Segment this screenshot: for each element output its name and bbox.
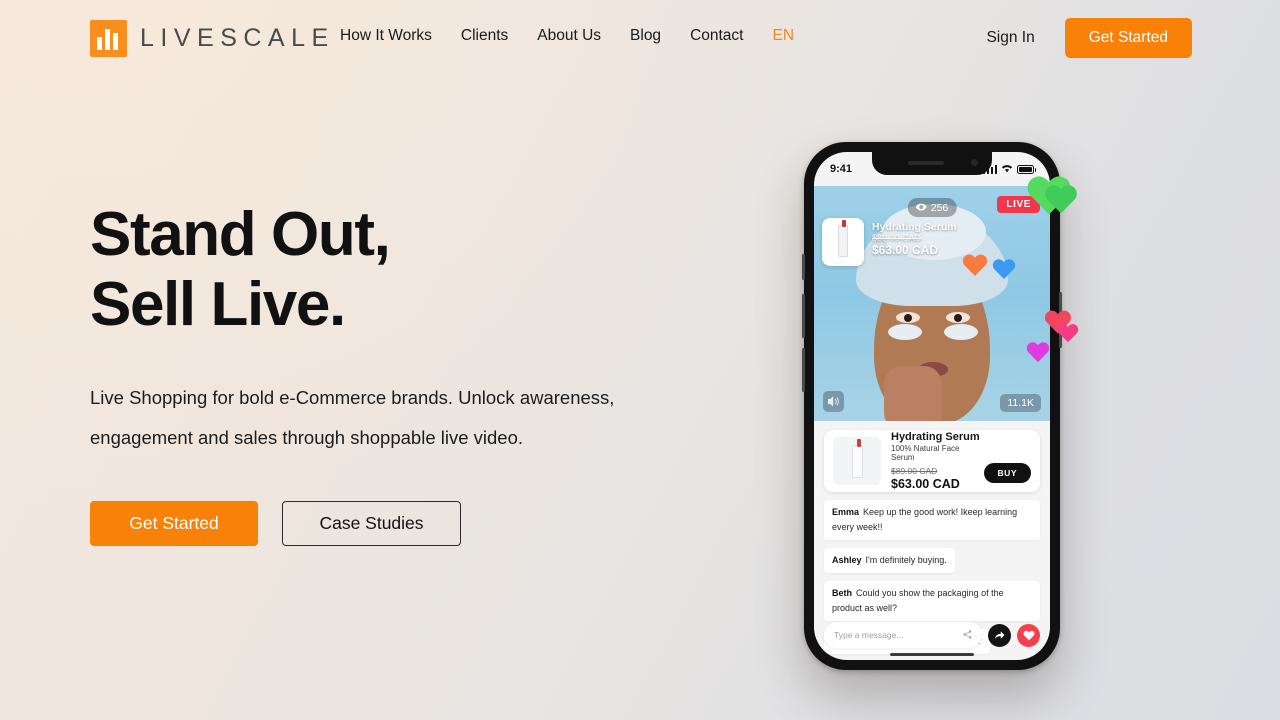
header-get-started-button[interactable]: Get Started (1064, 18, 1192, 58)
eye-icon (915, 202, 927, 214)
speaker-mute-icon[interactable] (823, 391, 844, 412)
phone-frame: 9:41 256 LIVE Hydrating Serum $89.00 CAD… (802, 142, 1062, 670)
logo-text: LIVESCALE (140, 24, 335, 52)
like-count: 11.1K (1000, 394, 1041, 412)
chat-user: Ashley (832, 555, 862, 565)
chat-composer: Type a message... (824, 622, 1040, 648)
get-started-button[interactable]: Get Started (90, 501, 258, 546)
nav-item-blog[interactable]: Blog (630, 27, 661, 45)
hero-section: Stand Out, Sell Live. Live Shopping for … (90, 200, 690, 546)
nav-item-clients[interactable]: Clients (461, 27, 508, 45)
chat-text: Could you show the packaging of the prod… (832, 588, 1004, 613)
message-input[interactable]: Type a message... (824, 622, 982, 648)
nav-item-contact[interactable]: Contact (690, 27, 743, 45)
product-name: Hydrating Serum (891, 431, 980, 443)
chat-message: Beth Could you show the packaging of the … (824, 581, 1040, 621)
chat-text: Keep up the good work! Ikeep learning ev… (832, 507, 1018, 532)
pinned-product-name: Hydrating Serum (872, 221, 957, 233)
phone-screen: 9:41 256 LIVE Hydrating Serum $89.00 CAD… (814, 152, 1050, 660)
hero-subtitle: Live Shopping for bold e-Commerce brands… (90, 387, 615, 448)
sign-in-link[interactable]: Sign In (986, 29, 1034, 47)
viewer-count: 256 (907, 198, 957, 217)
chat-text: I'm definitely buying. (865, 555, 947, 565)
header-actions: Sign In Get Started (986, 18, 1192, 58)
chat-list: Emma Keep up the good work! Ikeep learnin… (824, 500, 1040, 654)
product-price: $63.00 CAD (891, 477, 960, 491)
product-card[interactable]: Hydrating Serum 100% Natural Face Serum … (824, 430, 1040, 492)
heart-icon[interactable] (1017, 623, 1040, 647)
front-camera-icon (971, 159, 978, 166)
page-title: Stand Out, Sell Live. (90, 200, 690, 340)
nav-item-about-us[interactable]: About Us (537, 27, 601, 45)
pinned-product-overlay[interactable]: Hydrating Serum $89.00 CAD $63.00 CAD (822, 218, 957, 266)
logo[interactable]: LIVESCALE (90, 20, 335, 57)
headline-line-1: Stand Out, (90, 200, 391, 269)
product-description: 100% Natural Face Serum (891, 444, 960, 462)
home-indicator (890, 652, 974, 656)
case-studies-button[interactable]: Case Studies (282, 501, 461, 546)
language-switcher[interactable]: EN (772, 27, 794, 45)
chat-user: Beth (832, 588, 852, 598)
product-image (833, 437, 881, 485)
headline-line-2: Sell Live. (90, 270, 346, 339)
floating-heart-icon (1057, 322, 1079, 344)
live-video-player[interactable]: 256 LIVE Hydrating Serum $89.00 CAD $63.… (814, 186, 1050, 421)
hero-cta-row: Get Started Case Studies (90, 501, 690, 546)
share-arrow-icon[interactable] (988, 623, 1011, 647)
chat-user: Emma (832, 507, 860, 517)
floating-heart-icon (1044, 182, 1078, 216)
buy-button[interactable]: BUY (983, 463, 1031, 483)
bar-chart-logo-icon (90, 20, 127, 57)
message-input-placeholder: Type a message... (834, 630, 904, 640)
floating-heart-icon (1026, 340, 1050, 364)
viewer-count-value: 256 (930, 201, 949, 214)
nav-item-how-it-works[interactable]: How It Works (340, 27, 432, 45)
pinned-product-thumbnail (822, 218, 864, 266)
phone-volume-down-button (802, 348, 805, 392)
product-old-price: $89.00 CAD (891, 466, 938, 476)
phone-notch (872, 152, 992, 175)
pinned-product-price: $63.00 CAD (872, 243, 939, 257)
status-time: 9:41 (830, 163, 853, 175)
phone-volume-up-button (802, 294, 805, 338)
floating-heart-icon (962, 252, 988, 278)
chat-message: Ashley I'm definitely buying. (824, 548, 955, 573)
chat-message: Emma Keep up the good work! Ikeep learnin… (824, 500, 1040, 540)
floating-heart-icon (992, 257, 1016, 281)
pinned-product-old-price: $89.00 CAD (872, 233, 922, 243)
wifi-icon (1001, 163, 1013, 176)
share-icon[interactable] (963, 629, 972, 641)
phone-mute-switch (802, 254, 805, 280)
main-nav: How It Works Clients About Us Blog Conta… (340, 27, 794, 45)
site-header: LIVESCALE How It Works Clients About Us … (0, 0, 1280, 78)
